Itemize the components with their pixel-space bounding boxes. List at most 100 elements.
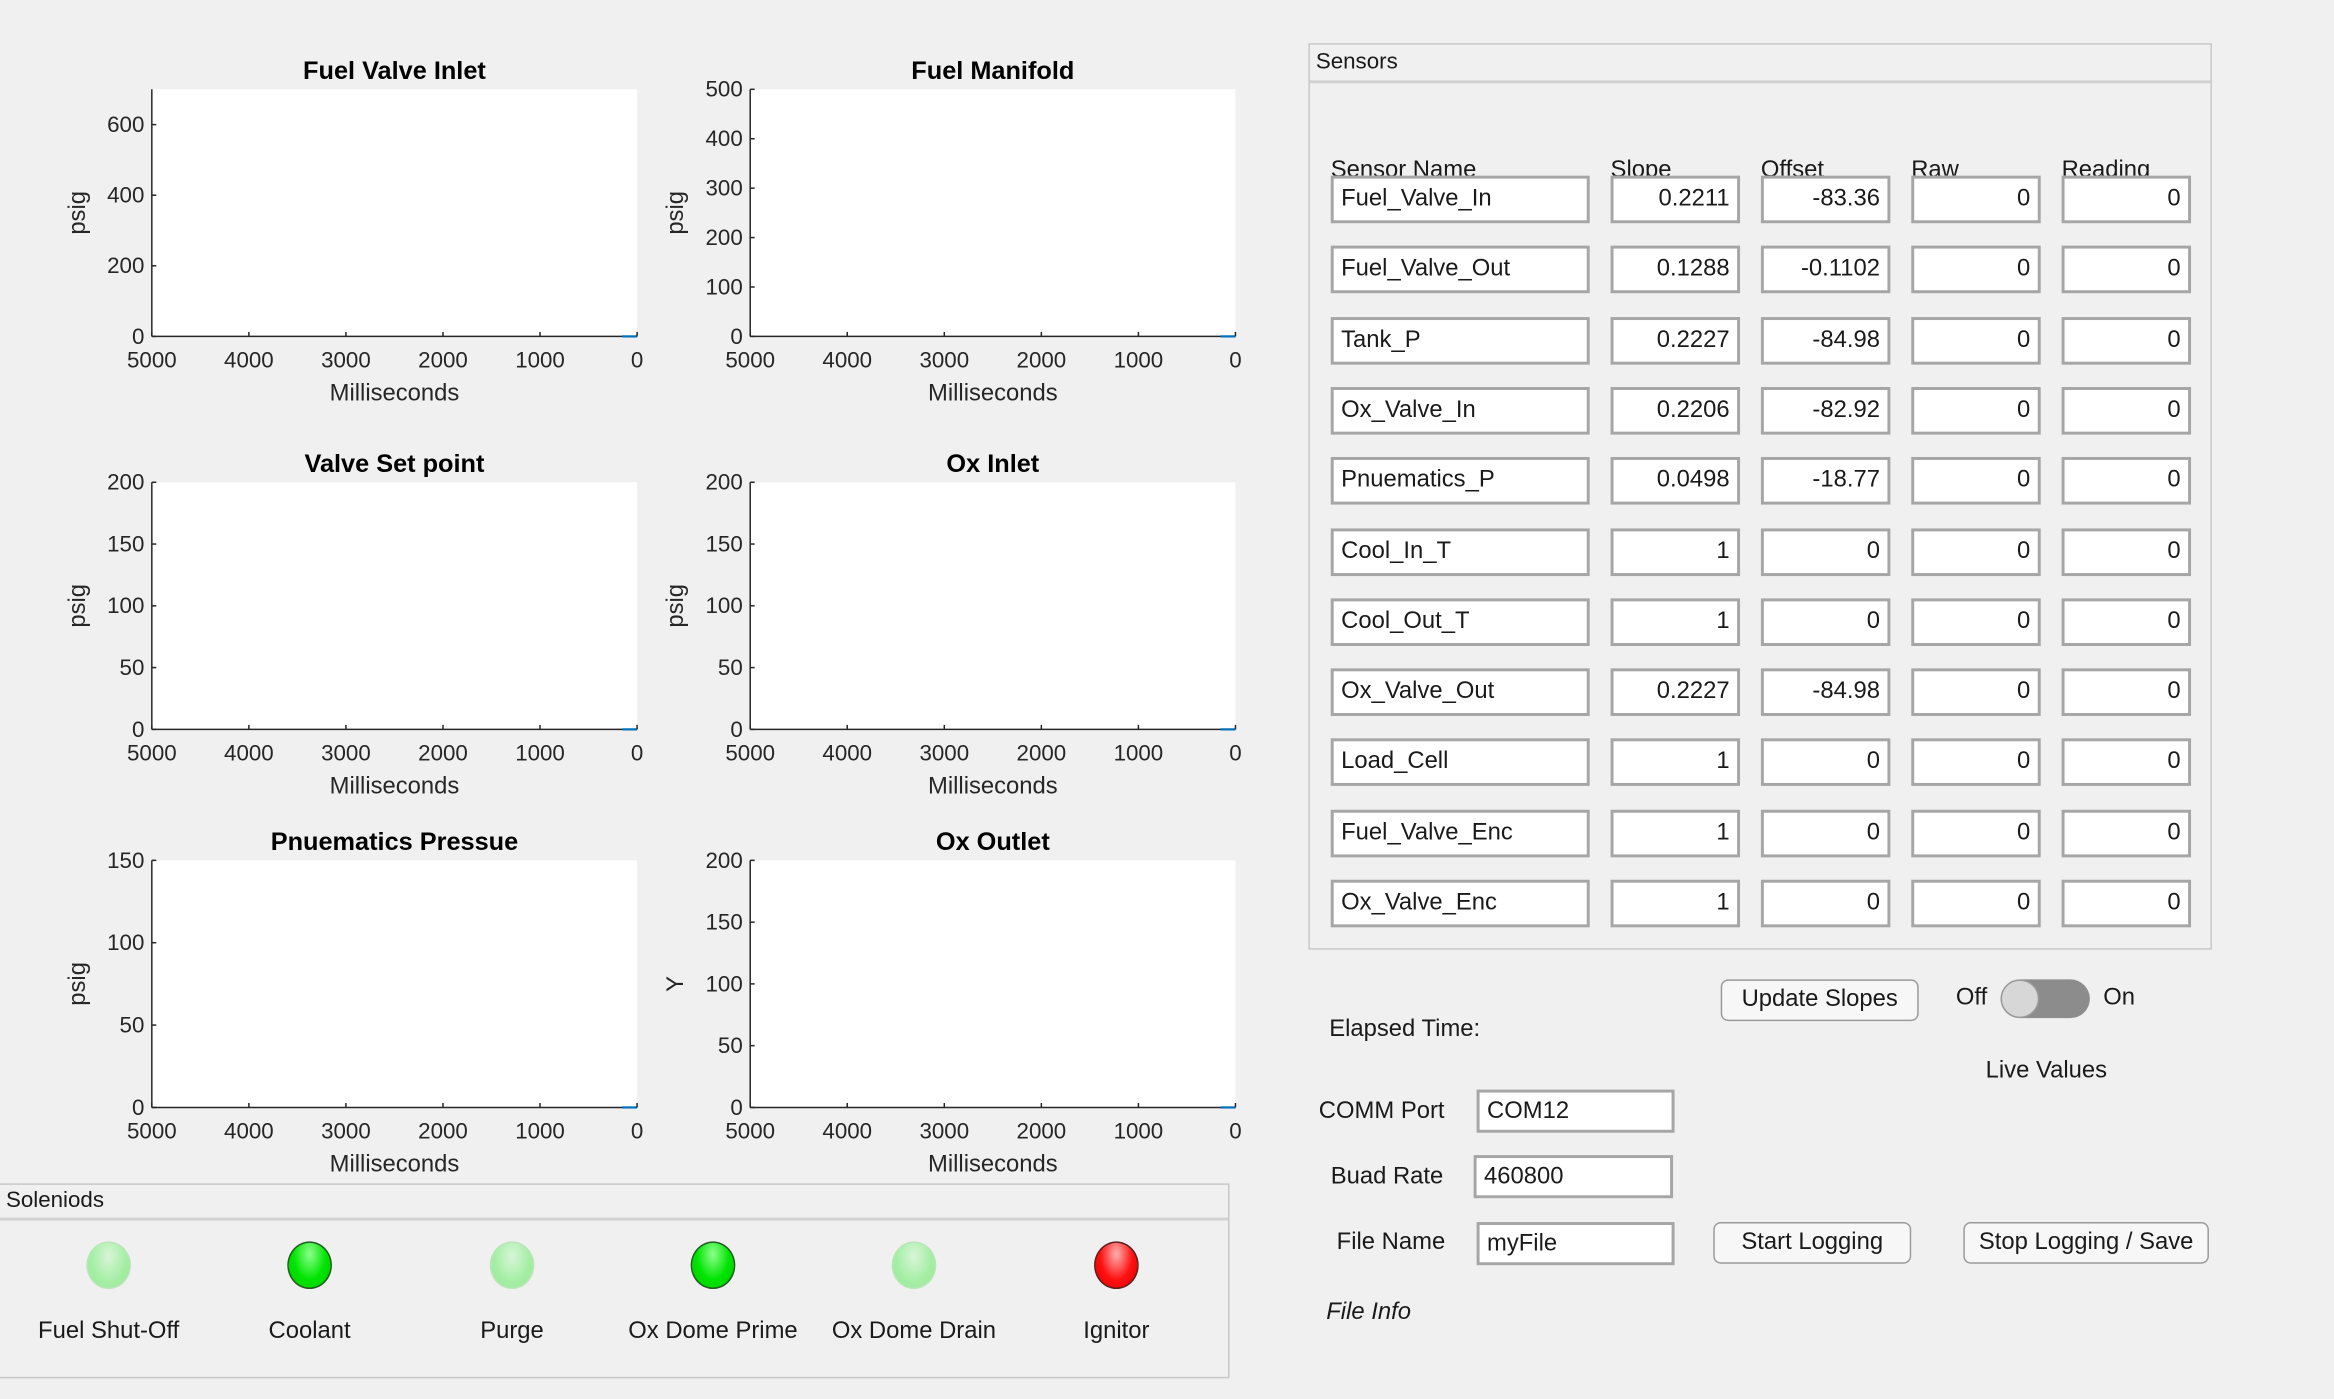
live-values-toggle[interactable]	[2000, 979, 2090, 1019]
offset-field[interactable]: -83.36	[1760, 175, 1891, 224]
slope-field[interactable]: 1	[1610, 527, 1741, 576]
file-name-label: File Name	[1336, 1229, 1446, 1255]
reading-field[interactable]: 0	[2061, 175, 2192, 224]
y-tick-label: 300	[706, 176, 743, 201]
x-tick-label: 1000	[515, 1119, 565, 1144]
divider	[1309, 80, 2211, 84]
sensor-name-field[interactable]: Cool_Out_T	[1330, 598, 1590, 646]
offset-field[interactable]: -84.98	[1760, 668, 1891, 717]
raw-field[interactable]: 0	[1911, 809, 2041, 857]
x-tick-label: 4000	[822, 1119, 872, 1144]
raw-field[interactable]: 0	[1911, 598, 2041, 646]
x-tick-label: 0	[631, 741, 643, 766]
plot-title: Valve Set point	[304, 450, 485, 478]
raw-field[interactable]: 0	[1911, 527, 2041, 576]
slope-field[interactable]: 0.0498	[1610, 457, 1741, 505]
y-tick-label: 500	[706, 77, 743, 102]
raw-field[interactable]: 0	[1911, 386, 2041, 435]
x-tick-label: 3000	[321, 1119, 371, 1144]
plot-title: Fuel Valve Inlet	[303, 57, 486, 85]
raw-field[interactable]: 0	[1911, 316, 2041, 365]
y-tick-label: 150	[107, 848, 144, 873]
update-slopes-button[interactable]: Update Slopes	[1720, 979, 1919, 1022]
sensor-name-field[interactable]: Ox_Valve_In	[1330, 386, 1590, 435]
reading-field[interactable]: 0	[2061, 457, 2192, 505]
offset-field[interactable]: 0	[1760, 809, 1891, 857]
offset-field[interactable]: 0	[1760, 527, 1891, 576]
reading-field[interactable]: 0	[2061, 527, 2192, 576]
baud-rate-input[interactable]: 460800	[1473, 1155, 1674, 1199]
solenoids-panel: Soleniods	[0, 1183, 1230, 1379]
slope-field[interactable]: 1	[1610, 598, 1741, 646]
y-tick-label: 400	[706, 126, 743, 151]
slope-field[interactable]: 0.2206	[1610, 386, 1741, 435]
x-tick-label: 5000	[725, 348, 775, 373]
plot-area	[151, 89, 638, 337]
raw-field[interactable]: 0	[1911, 879, 2041, 928]
x-tick-label: 3000	[321, 348, 371, 373]
sensor-name-field[interactable]: Ox_Valve_Enc	[1330, 879, 1590, 928]
lamp-label: Ox Dome Prime	[628, 1318, 798, 1345]
y-axis-label: psig	[64, 584, 91, 628]
reading-field[interactable]: 0	[2061, 246, 2192, 294]
sensor-name-field[interactable]: Load_Cell	[1330, 738, 1590, 787]
divider	[0, 1217, 1229, 1221]
sensor-name-field[interactable]: Fuel_Valve_In	[1330, 175, 1590, 224]
sensor-name-field[interactable]: Fuel_Valve_Enc	[1330, 809, 1590, 857]
reading-field[interactable]: 0	[2061, 879, 2192, 928]
y-tick-label: 0	[132, 717, 144, 742]
y-axis-label: psig	[64, 191, 91, 235]
slope-field[interactable]: 0.2227	[1610, 316, 1741, 365]
raw-field[interactable]: 0	[1911, 457, 2041, 505]
reading-field[interactable]: 0	[2061, 738, 2192, 787]
plot-ox-outlet: 5000 4000 3000 2000 1000 0 0 50 100 150 200 Ox Outl…	[662, 828, 1241, 1178]
offset-field[interactable]: 0	[1760, 879, 1891, 928]
reading-field[interactable]: 0	[2061, 668, 2192, 717]
x-axis-label: Milliseconds	[928, 1150, 1058, 1177]
stop-logging-save-button[interactable]: Stop Logging / Save	[1963, 1222, 2209, 1264]
x-tick-label: 1000	[1114, 348, 1164, 373]
sensor-name-field[interactable]: Ox_Valve_Out	[1330, 668, 1590, 717]
plot-pnuematics-pressue: 5000 4000 3000 2000 1000 0 0 50 100 150 Pnuematics…	[64, 828, 643, 1178]
raw-field[interactable]: 0	[1911, 738, 2041, 787]
slope-field[interactable]: 0.2211	[1610, 175, 1741, 224]
slope-field[interactable]: 0.2227	[1610, 668, 1741, 717]
raw-field[interactable]: 0	[1911, 175, 2041, 224]
sensor-name-field[interactable]: Cool_In_T	[1330, 527, 1590, 576]
offset-field[interactable]: -82.92	[1760, 386, 1891, 435]
comm-port-input[interactable]: COM12	[1476, 1089, 1675, 1133]
slope-field[interactable]: 1	[1610, 809, 1741, 857]
file-name-input[interactable]: myFile	[1476, 1222, 1675, 1266]
x-tick-label: 2000	[1017, 741, 1067, 766]
sensor-name-field[interactable]: Tank_P	[1330, 316, 1590, 365]
reading-field[interactable]: 0	[2061, 598, 2192, 646]
y-tick-label: 0	[132, 1095, 144, 1120]
plot-valve-set-point: 5000 4000 3000 2000 1000 0 0 50 100 150 200 Valve S…	[64, 450, 643, 800]
x-tick-label: 4000	[224, 741, 274, 766]
slope-field[interactable]: 0.1288	[1610, 246, 1741, 294]
toggle-on-label: On	[2103, 985, 2136, 1011]
plot-area	[151, 860, 638, 1108]
reading-field[interactable]: 0	[2061, 386, 2192, 435]
x-tick-label: 3000	[321, 741, 371, 766]
toggle-knob[interactable]	[2000, 979, 2040, 1019]
x-tick-label: 4000	[822, 741, 872, 766]
offset-field[interactable]: 0	[1760, 738, 1891, 787]
offset-field[interactable]: -18.77	[1760, 457, 1891, 505]
sensor-name-field[interactable]: Pnuematics_P	[1330, 457, 1590, 505]
plot-area	[750, 860, 1236, 1108]
sensor-name-field[interactable]: Fuel_Valve_Out	[1330, 246, 1590, 294]
y-axis-label: psig	[662, 584, 689, 628]
reading-field[interactable]: 0	[2061, 809, 2192, 857]
offset-field[interactable]: -0.1102	[1760, 246, 1891, 294]
slope-field[interactable]: 1	[1610, 738, 1741, 787]
start-logging-button[interactable]: Start Logging	[1713, 1222, 1912, 1264]
y-tick-label: 0	[730, 1095, 742, 1120]
offset-field[interactable]: 0	[1760, 598, 1891, 646]
raw-field[interactable]: 0	[1911, 246, 2041, 294]
y-axis-label: Y	[662, 976, 689, 992]
raw-field[interactable]: 0	[1911, 668, 2041, 717]
reading-field[interactable]: 0	[2061, 316, 2192, 365]
slope-field[interactable]: 1	[1610, 879, 1741, 928]
offset-field[interactable]: -84.98	[1760, 316, 1891, 365]
